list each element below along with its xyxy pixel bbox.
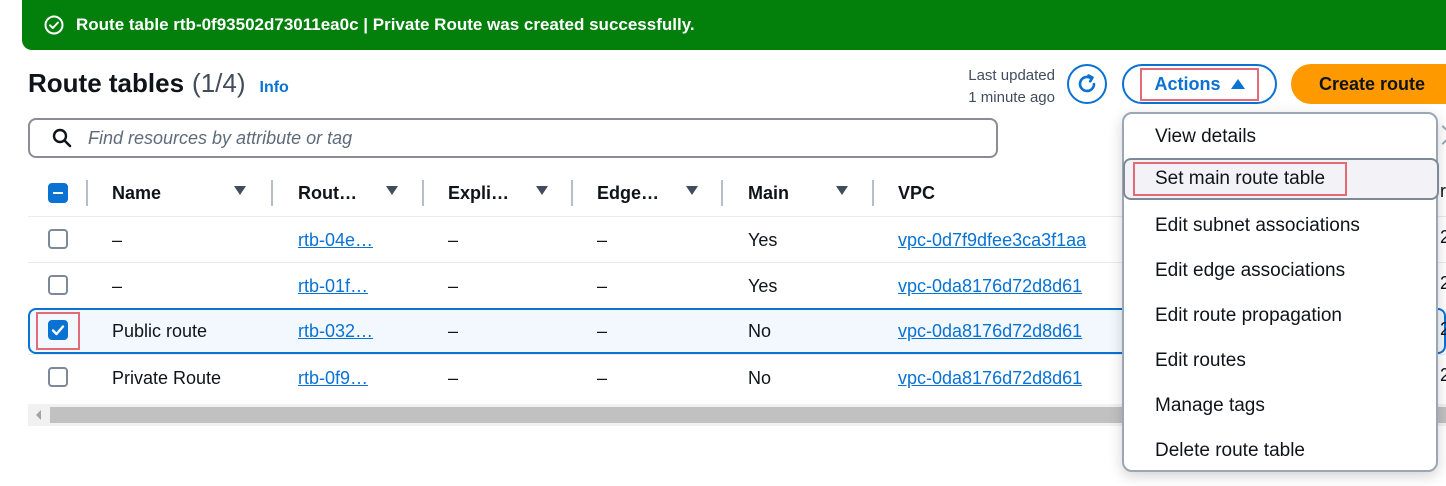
search-bar (28, 118, 998, 158)
select-all-checkbox[interactable] (48, 183, 68, 203)
menu-item-label: View details (1155, 126, 1257, 147)
column-header-main[interactable]: Main (748, 170, 789, 216)
cell-main: No (748, 367, 772, 388)
cell-name: – (112, 275, 123, 296)
cell-vpc-link[interactable]: vpc-0d7f9dfee3ca3f1aa (898, 217, 1086, 263)
cell-name: – (112, 229, 123, 250)
column-separator (86, 180, 88, 206)
menu-item-edit-subnet-associations[interactable]: Edit subnet associations (1124, 205, 1436, 247)
refresh-button[interactable] (1067, 64, 1107, 104)
cell-name: Public route (112, 320, 208, 341)
menu-item-edit-edge-associations[interactable]: Edit edge associations (1124, 250, 1436, 292)
cell-explicit: – (448, 320, 459, 341)
selection-count: (1/4) (192, 68, 246, 98)
checkmark-icon (51, 325, 65, 336)
cell-edge: – (597, 275, 608, 296)
actions-button[interactable]: Actions (1122, 64, 1277, 104)
cell-explicit: – (448, 367, 459, 388)
column-separator (721, 180, 723, 206)
scroll-left-icon[interactable] (36, 410, 41, 420)
cell-name: Private Route (112, 367, 222, 388)
cell-vpc-link[interactable]: vpc-0da8176d72d8d61 (898, 263, 1082, 309)
menu-item-manage-tags[interactable]: Manage tags (1124, 385, 1436, 427)
actions-label: Actions (1154, 73, 1221, 94)
create-route-table-button[interactable]: Create route (1291, 64, 1446, 104)
menu-item-label: Edit route propagation (1155, 305, 1342, 326)
menu-item-label: Edit subnet associations (1155, 215, 1360, 236)
cell-route-table-id-link[interactable]: rtb-0f9… (298, 355, 368, 401)
cell-edge: – (597, 320, 608, 341)
menu-item-edit-routes[interactable]: Edit routes (1124, 340, 1436, 382)
cell-vpc-link[interactable]: vpc-0da8176d72d8d61 (898, 355, 1082, 401)
column-separator (271, 180, 273, 206)
menu-item-view-details[interactable]: View details (1124, 116, 1436, 158)
page-title: Route tables (1/4) Info (28, 68, 289, 99)
clipped-column-glyph: 2 (1440, 365, 1446, 385)
column-header-explicit-associations[interactable]: Expli… (448, 170, 509, 216)
clipped-column-glyph: 2 (1440, 319, 1446, 339)
cell-vpc-link[interactable]: vpc-0da8176d72d8d61 (898, 308, 1082, 354)
search-icon (52, 128, 72, 148)
cell-route-table-id-link[interactable]: rtb-032… (298, 308, 373, 354)
menu-item-label: Edit routes (1155, 350, 1246, 371)
cell-explicit: – (448, 229, 459, 250)
actions-button-inner: Actions (1140, 67, 1259, 101)
refresh-icon (1075, 72, 1099, 96)
column-header-name[interactable]: Name (112, 170, 161, 216)
last-updated-value: 1 minute ago (968, 89, 1055, 106)
column-separator (872, 180, 874, 206)
last-updated-label: Last updated (968, 67, 1055, 84)
menu-item-delete-route-table[interactable]: Delete route table (1124, 430, 1436, 472)
sort-icon[interactable] (386, 186, 398, 195)
sort-icon[interactable] (686, 186, 698, 195)
column-separator (422, 180, 424, 206)
cell-route-table-id-link[interactable]: rtb-04e… (298, 217, 373, 263)
row-checkbox[interactable] (48, 367, 68, 387)
menu-item-set-main-route-table[interactable]: Set main route table (1123, 158, 1439, 200)
success-flash-banner: Route table rtb-0f93502d73011ea0c | Priv… (22, 0, 1446, 50)
sort-icon[interactable] (234, 186, 246, 195)
clipped-column-glyph: 2 (1440, 273, 1446, 293)
sort-icon[interactable] (836, 186, 848, 195)
row-checkbox-checked[interactable] (48, 320, 68, 340)
clipped-column-glyph: r (1440, 181, 1446, 201)
column-header-route-table-id[interactable]: Rout… (298, 170, 357, 216)
cell-main: No (748, 320, 772, 341)
check-circle-icon (44, 15, 64, 35)
cell-route-table-id-link[interactable]: rtb-01f… (298, 263, 368, 309)
row-checkbox[interactable] (48, 229, 68, 249)
cell-edge: – (597, 367, 608, 388)
caret-up-icon (1230, 79, 1245, 89)
sort-icon[interactable] (536, 186, 548, 195)
column-separator (571, 180, 573, 206)
column-header-vpc[interactable]: VPC (898, 170, 935, 216)
flash-message: Route table rtb-0f93502d73011ea0c | Priv… (76, 15, 695, 34)
menu-item-edit-route-propagation[interactable]: Edit route propagation (1124, 295, 1436, 337)
menu-item-label: Manage tags (1155, 395, 1265, 416)
clipped-column-glyph: 2 (1440, 227, 1446, 247)
menu-item-label: Edit edge associations (1155, 260, 1346, 281)
row-checkbox[interactable] (48, 275, 68, 295)
menu-item-label: Delete route table (1155, 440, 1305, 461)
column-header-edge-associations[interactable]: Edge… (597, 170, 659, 216)
page-title-text: Route tables (28, 68, 185, 98)
create-button-label: Create route (1319, 73, 1426, 94)
search-input[interactable] (86, 126, 996, 150)
menu-item-label: Set main route table (1133, 162, 1348, 196)
cell-explicit: – (448, 275, 459, 296)
actions-dropdown-menu: View details Set main route table Edit s… (1122, 112, 1439, 472)
cell-main: Yes (748, 229, 778, 250)
cell-main: Yes (748, 275, 778, 296)
info-link[interactable]: Info (260, 79, 289, 97)
last-updated: Last updated 1 minute ago (940, 65, 1055, 109)
cell-edge: – (597, 229, 608, 250)
